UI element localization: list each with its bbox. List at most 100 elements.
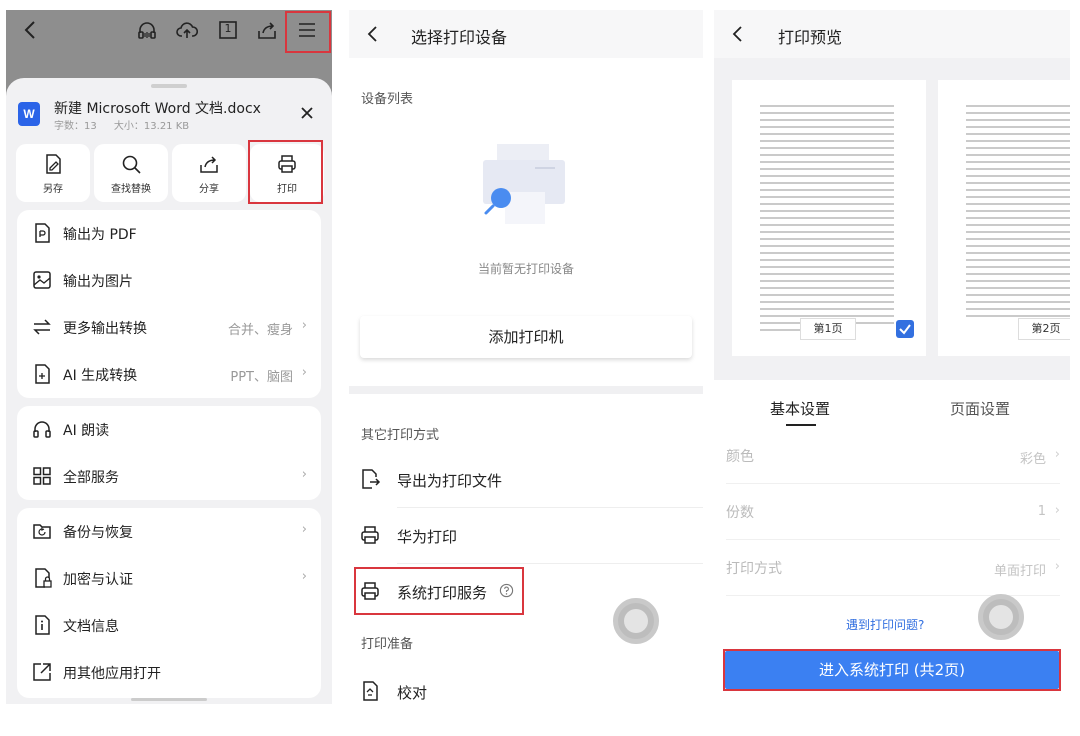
- print-prep-label: 打印准备: [361, 637, 414, 652]
- device-list-label: 设备列表: [361, 92, 414, 107]
- chevron-right-icon: ›: [1054, 503, 1060, 518]
- backup-icon: [31, 520, 53, 542]
- export-pdf-item[interactable]: 输出为 PDF: [17, 210, 321, 257]
- back-icon[interactable]: [363, 24, 383, 44]
- encrypt-certify-item[interactable]: 加密与认证 ›: [17, 555, 321, 602]
- home-indicator: [131, 698, 207, 701]
- page-count-icon[interactable]: 1: [217, 19, 239, 41]
- preview-page-1[interactable]: 第1页: [732, 80, 926, 356]
- chevron-right-icon: ›: [1054, 559, 1060, 574]
- export-group: 输出为 PDF 输出为图片 更多输出转换 合并、瘦身 › AI 生成转换 PPT…: [17, 210, 321, 398]
- header: 打印预览: [714, 10, 1070, 58]
- all-services-item[interactable]: 全部服务 ›: [17, 453, 321, 500]
- color-setting-value: 彩色: [1019, 452, 1046, 467]
- settings-tabs: 基本设置 页面设置: [714, 380, 1070, 430]
- backup-restore-label: 备份与恢复: [63, 525, 133, 541]
- chevron-right-icon: ›: [301, 522, 307, 537]
- proofread-icon: [359, 680, 381, 702]
- headphones-icon[interactable]: [136, 19, 158, 41]
- services-group: AI 朗读 全部服务 ›: [17, 406, 321, 500]
- page-title: 选择打印设备: [411, 28, 508, 47]
- back-icon[interactable]: [728, 24, 748, 44]
- copies-setting-value: 1: [1037, 504, 1046, 519]
- ai-read-item[interactable]: AI 朗读: [17, 406, 321, 453]
- close-icon[interactable]: [298, 104, 316, 122]
- proofread-label: 校对: [397, 684, 428, 702]
- preview-page-2[interactable]: 第2页: [938, 80, 1070, 356]
- sheet-handle[interactable]: [151, 84, 187, 88]
- print-mode-setting-row[interactable]: 打印方式 单面打印 ›: [726, 540, 1060, 596]
- section-divider: [349, 386, 703, 394]
- word-file-icon: W: [18, 102, 40, 126]
- search-icon: [120, 153, 142, 175]
- print-help-link[interactable]: 遇到打印问题?: [846, 616, 924, 633]
- copies-setting-row[interactable]: 份数 1 ›: [726, 484, 1060, 540]
- document-menu-panel: 1 W 新建 Microsoft Word 文档.docx 字数：13 大小：1…: [6, 10, 332, 704]
- page-1-text-lines: [760, 105, 894, 331]
- huawei-print-item[interactable]: 华为打印: [349, 508, 703, 564]
- no-printer-illustration: [475, 140, 575, 230]
- more-conversion-item[interactable]: 更多输出转换 合并、瘦身 ›: [17, 304, 321, 351]
- find-replace-label: 查找替换: [111, 184, 151, 195]
- image-export-icon: [31, 269, 53, 291]
- proofread-item[interactable]: 校对: [349, 664, 703, 704]
- export-print-file-label: 导出为打印文件: [397, 472, 503, 490]
- ai-read-label: AI 朗读: [63, 423, 110, 439]
- add-printer-button[interactable]: 添加打印机: [360, 316, 692, 358]
- save-as-button[interactable]: 另存: [16, 144, 90, 202]
- header: 选择打印设备: [349, 10, 703, 58]
- page-1-label: 第1页: [800, 318, 856, 340]
- share-icon[interactable]: [256, 19, 278, 41]
- convert-icon: [31, 316, 53, 338]
- open-with-item[interactable]: 用其他应用打开: [17, 649, 321, 696]
- ai-conversion-label: AI 生成转换: [63, 368, 138, 384]
- export-image-label: 输出为图片: [63, 274, 133, 290]
- file-size: 大小：13.21 KB: [113, 121, 190, 132]
- chevron-right-icon: ›: [301, 569, 307, 584]
- tab-basic-settings[interactable]: 基本设置: [770, 398, 830, 419]
- bottom-sheet: W 新建 Microsoft Word 文档.docx 字数：13 大小：13.…: [6, 78, 332, 704]
- ai-conversion-item[interactable]: AI 生成转换 PPT、脑图 ›: [17, 351, 321, 398]
- tab-page-settings[interactable]: 页面设置: [950, 398, 1010, 419]
- cloud-upload-icon[interactable]: [176, 19, 198, 41]
- print-highlight: [248, 140, 323, 204]
- open-with-label: 用其他应用打开: [63, 666, 161, 682]
- document-tools-group: 备份与恢复 › 加密与认证 › 文档信息 用其他应用打开: [17, 508, 321, 698]
- color-setting-label: 颜色: [726, 449, 754, 465]
- export-image-item[interactable]: 输出为图片: [17, 257, 321, 304]
- export-print-file-item[interactable]: 导出为打印文件: [349, 452, 703, 508]
- preview-area: 第1页 第2页: [714, 58, 1070, 380]
- print-button-highlight: [723, 649, 1061, 691]
- page-1-checkbox[interactable]: [896, 320, 914, 338]
- doc-info-item[interactable]: 文档信息: [17, 602, 321, 649]
- ai-conversion-value: PPT、脑图: [230, 370, 293, 385]
- export-file-icon: [359, 468, 381, 490]
- doc-info-label: 文档信息: [63, 619, 119, 635]
- other-methods-label: 其它打印方式: [361, 428, 440, 443]
- chevron-right-icon: ›: [1054, 447, 1060, 462]
- back-icon[interactable]: [20, 19, 42, 41]
- encrypt-certify-label: 加密与认证: [63, 572, 133, 588]
- pdf-export-icon: [31, 222, 53, 244]
- export-pdf-label: 输出为 PDF: [63, 227, 137, 243]
- file-name: 新建 Microsoft Word 文档.docx: [54, 101, 261, 117]
- page-2-text-lines: [966, 105, 1070, 317]
- find-replace-button[interactable]: 查找替换: [94, 144, 168, 202]
- checkmark-icon: [899, 324, 911, 335]
- open-external-icon: [31, 661, 53, 683]
- headphones-icon: [31, 418, 53, 440]
- word-count: 字数：13: [54, 121, 97, 132]
- print-mode-setting-label: 打印方式: [726, 561, 782, 577]
- touch-indicator: [613, 598, 659, 644]
- touch-indicator: [978, 594, 1024, 640]
- share-label: 分享: [199, 184, 219, 195]
- page-title: 打印预览: [778, 28, 843, 47]
- chevron-right-icon: ›: [301, 318, 307, 333]
- lock-doc-icon: [31, 567, 53, 589]
- copies-setting-label: 份数: [726, 505, 754, 521]
- color-setting-row[interactable]: 颜色 彩色 ›: [726, 428, 1060, 484]
- grid-icon: [31, 465, 53, 487]
- save-as-icon: [42, 153, 64, 175]
- share-button[interactable]: 分享: [172, 144, 246, 202]
- backup-restore-item[interactable]: 备份与恢复 ›: [17, 508, 321, 555]
